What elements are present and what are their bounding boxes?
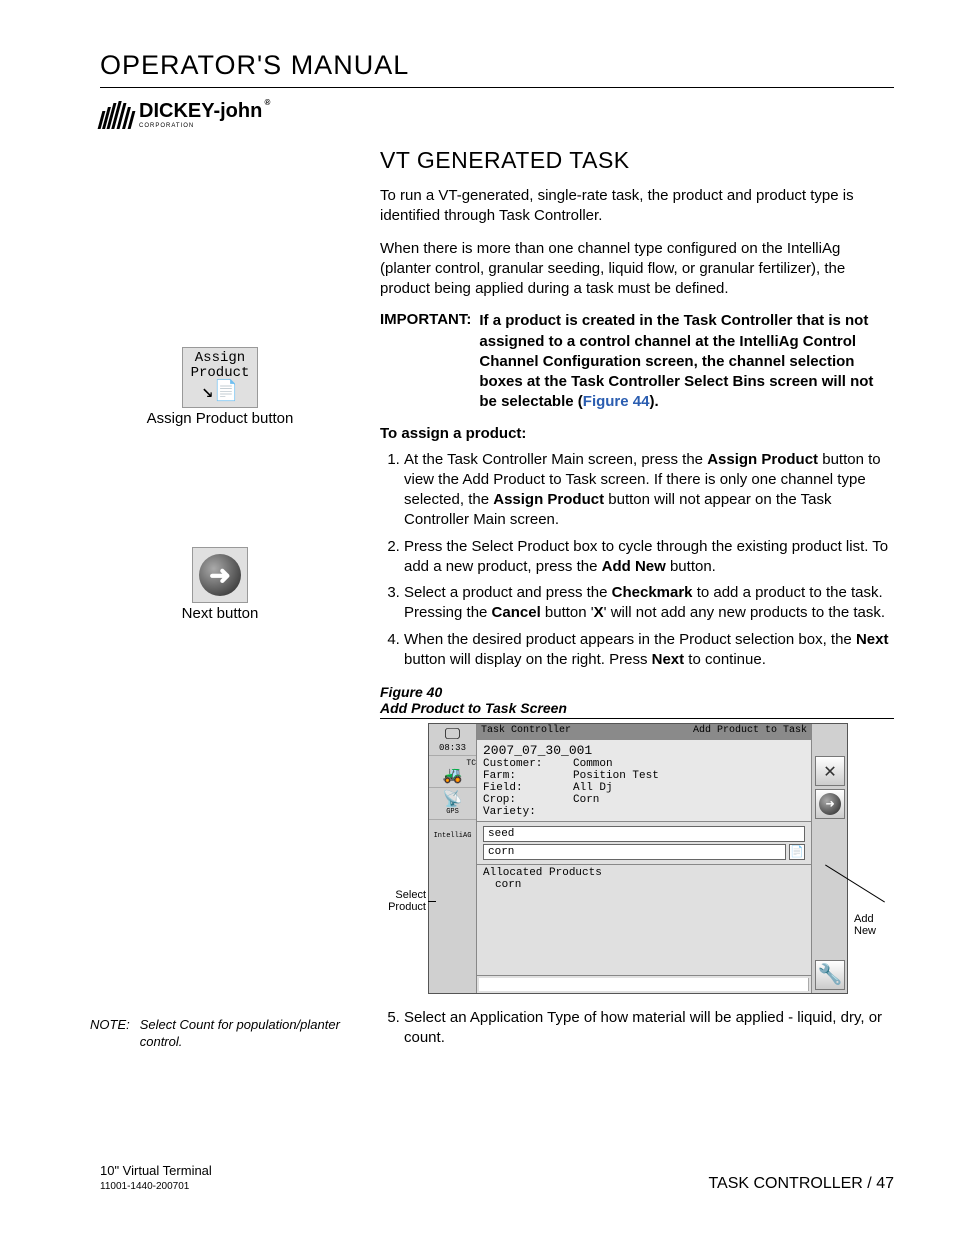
- label-crop: Crop:: [483, 794, 573, 806]
- next-caption: Next button: [100, 605, 340, 622]
- steps-list: At the Task Controller Main screen, pres…: [380, 450, 894, 671]
- note-text: Select Count for population/planter cont…: [140, 1017, 350, 1051]
- step-5: Select an Application Type of how materi…: [404, 1008, 894, 1049]
- footer-page: 47: [876, 1175, 894, 1192]
- note-block: NOTE: Select Count for population/plante…: [90, 1017, 350, 1051]
- figure-reference-link[interactable]: Figure 44: [583, 393, 650, 410]
- value-crop: Corn: [573, 794, 599, 806]
- screen-right-buttons: ✕ ➜ 🔧: [811, 724, 847, 993]
- paragraph-1: To run a VT-generated, single-rate task,…: [380, 186, 894, 227]
- screen-select-panel: seed corn 📄: [477, 822, 811, 865]
- intelliag-icon: IntelliAG: [429, 820, 476, 852]
- footer-product: 10" Virtual Terminal: [100, 1163, 212, 1180]
- titlebar-left: Task Controller: [481, 725, 571, 739]
- screen-bottom-bar: [477, 975, 811, 993]
- brand-logo: DICKEY-john® CORPORATION: [100, 100, 894, 129]
- next-arrow-icon: ➜: [199, 554, 241, 596]
- next-button[interactable]: ➜: [815, 789, 845, 819]
- assign-caption: Assign Product button: [100, 410, 340, 427]
- label-field: Field:: [483, 782, 573, 794]
- logo-bars-icon: [100, 101, 133, 129]
- select-group-box[interactable]: seed: [483, 826, 805, 842]
- step-3: Select a product and press the Checkmark…: [404, 583, 894, 624]
- important-label: IMPORTANT:: [380, 311, 471, 412]
- gps-satellite-icon: 📡GPS: [429, 788, 476, 820]
- next-button-illustration: ➜ Next button: [100, 547, 340, 622]
- wrench-button[interactable]: 🔧: [815, 960, 845, 990]
- alloc-label: Allocated Products: [483, 867, 805, 879]
- add-new-icon[interactable]: 📄: [789, 844, 805, 860]
- assign-product-button-illustration: Assign Product ↘📄 Assign Product button: [100, 347, 340, 427]
- titlebar-right: Add Product to Task: [693, 725, 807, 739]
- cancel-x-button[interactable]: ✕: [815, 756, 845, 786]
- allocated-products-panel: Allocated Products corn: [477, 865, 811, 975]
- screen-info-panel: 2007_07_30_001 Customer:Common Farm:Posi…: [477, 740, 811, 822]
- paragraph-2: When there is more than one channel type…: [380, 239, 894, 300]
- screenshot-screen: 🖵08:33 TC🚜 📡GPS IntelliAG Task Controlle…: [428, 723, 848, 994]
- value-field: All Dj: [573, 782, 613, 794]
- value-farm: Position Test: [573, 770, 659, 782]
- callout-select-product: Select Product: [380, 889, 426, 913]
- alloc-item: corn: [483, 879, 805, 891]
- screen-titlebar: Task Controller Add Product to Task: [477, 724, 811, 740]
- label-variety: Variety:: [483, 806, 573, 818]
- important-text-b: ).: [649, 393, 658, 410]
- bottom-slot: [479, 978, 809, 991]
- select-product-box[interactable]: corn: [483, 844, 786, 860]
- brand-text: DICKEY-john®: [139, 100, 262, 122]
- assign-label-2: Product: [191, 366, 250, 381]
- note-label: NOTE:: [90, 1017, 130, 1051]
- footer-section: TASK CONTROLLER: [708, 1175, 862, 1192]
- label-farm: Farm:: [483, 770, 573, 782]
- important-block: IMPORTANT: If a product is created in th…: [380, 311, 894, 412]
- step-2: Press the Select Product box to cycle th…: [404, 537, 894, 578]
- important-text-a: If a product is created in the Task Cont…: [479, 312, 873, 410]
- section-heading: VT GENERATED TASK: [380, 147, 894, 174]
- footer-partno: 11001-1440-200701: [100, 1180, 212, 1193]
- tc-tractor-icon: TC🚜: [429, 756, 476, 788]
- figure-caption: Add Product to Task Screen: [380, 700, 894, 719]
- figure-label: Figure 40: [380, 684, 894, 700]
- brand-subtext: CORPORATION: [139, 123, 262, 129]
- assign-product-icon: ↘📄: [191, 382, 250, 404]
- assign-label-1: Assign: [191, 351, 250, 366]
- screen-left-icons: 🖵08:33 TC🚜 📡GPS IntelliAG: [429, 724, 477, 993]
- assign-heading: To assign a product:: [380, 425, 894, 442]
- callout-add-new: Add New: [854, 913, 894, 937]
- value-customer: Common: [573, 758, 613, 770]
- page-footer: 10" Virtual Terminal 11001-1440-200701 T…: [100, 1163, 894, 1193]
- document-title: OPERATOR'S MANUAL: [100, 50, 894, 88]
- step-4: When the desired product appears in the …: [404, 630, 894, 671]
- next-arrow-icon: ➜: [819, 793, 841, 815]
- steps-list-continued: Select an Application Type of how materi…: [380, 1008, 894, 1049]
- monitor-icon: 🖵08:33: [429, 724, 476, 756]
- step-1: At the Task Controller Main screen, pres…: [404, 450, 894, 531]
- figure-40: Select Product Add New 🖵08:33 TC🚜 📡GPS I…: [428, 723, 848, 994]
- task-id: 2007_07_30_001: [483, 743, 805, 758]
- label-customer: Customer:: [483, 758, 573, 770]
